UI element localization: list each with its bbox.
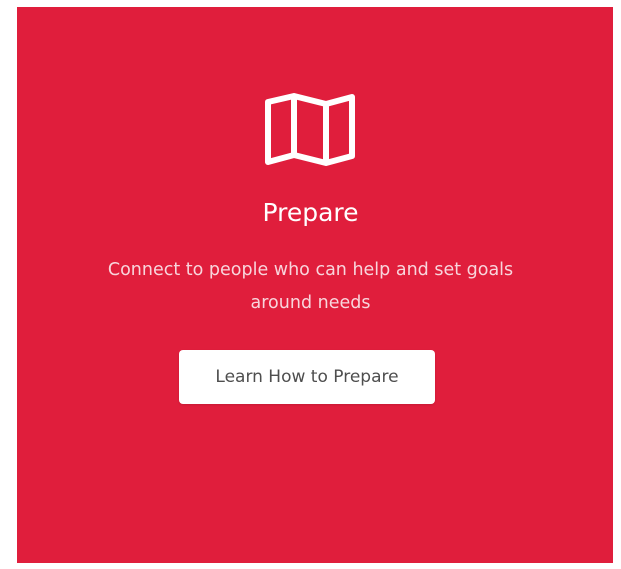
learn-how-to-prepare-button[interactable]: Learn How to Prepare: [179, 350, 435, 404]
card-title: Prepare: [262, 198, 359, 227]
learn-how-to-prepare-button-label: Learn How to Prepare: [215, 367, 399, 387]
card-description: Connect to people who can help and set g…: [107, 260, 514, 313]
page: Prepare Connect to people who can help a…: [0, 0, 621, 569]
map-icon: [262, 92, 358, 166]
